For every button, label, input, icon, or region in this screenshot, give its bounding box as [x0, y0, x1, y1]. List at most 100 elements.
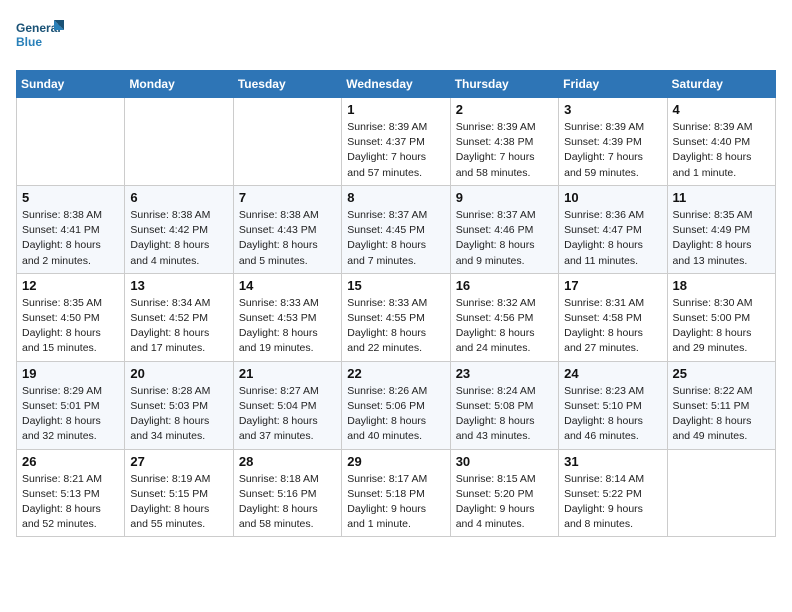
day-info: Sunrise: 8:39 AMSunset: 4:40 PMDaylight:… [673, 120, 770, 181]
day-number: 6 [130, 190, 227, 205]
calendar-cell: 3 Sunrise: 8:39 AMSunset: 4:39 PMDaylight… [559, 98, 667, 186]
weekday-header-tuesday: Tuesday [233, 71, 341, 98]
svg-text:Blue: Blue [16, 35, 42, 49]
day-number: 22 [347, 366, 444, 381]
day-info: Sunrise: 8:37 AMSunset: 4:46 PMDaylight:… [456, 208, 553, 269]
day-info: Sunrise: 8:14 AMSunset: 5:22 PMDaylight:… [564, 472, 661, 533]
day-number: 23 [456, 366, 553, 381]
day-number: 11 [673, 190, 770, 205]
calendar-cell: 27 Sunrise: 8:19 AMSunset: 5:15 PMDayligh… [125, 449, 233, 537]
day-number: 27 [130, 454, 227, 469]
weekday-header-friday: Friday [559, 71, 667, 98]
day-number: 25 [673, 366, 770, 381]
calendar-cell: 8 Sunrise: 8:37 AMSunset: 4:45 PMDaylight… [342, 185, 450, 273]
calendar-cell: 12Sunrise: 8:35 AMSunset: 4:50 PMDayligh… [17, 273, 125, 361]
day-number: 3 [564, 102, 661, 117]
calendar-cell: 1 Sunrise: 8:39 AMSunset: 4:37 PMDaylight… [342, 98, 450, 186]
logo-svg: General Blue [16, 16, 66, 58]
day-info: Sunrise: 8:31 AMSunset: 4:58 PMDaylight:… [564, 296, 661, 357]
day-number: 10 [564, 190, 661, 205]
calendar-cell: 5 Sunrise: 8:38 AMSunset: 4:41 PMDaylight… [17, 185, 125, 273]
calendar-cell: 24Sunrise: 8:23 AMSunset: 5:10 PMDayligh… [559, 361, 667, 449]
calendar-cell: 14 Sunrise: 8:33 AMSunset: 4:53 PMDayligh… [233, 273, 341, 361]
calendar-cell: 11 Sunrise: 8:35 AMSunset: 4:49 PMDayligh… [667, 185, 775, 273]
day-number: 15 [347, 278, 444, 293]
day-number: 28 [239, 454, 336, 469]
calendar-week-5: 26Sunrise: 8:21 AMSunset: 5:13 PMDayligh… [17, 449, 776, 537]
day-number: 19 [22, 366, 119, 381]
calendar-cell: 23 Sunrise: 8:24 AMSunset: 5:08 PMDayligh… [450, 361, 558, 449]
calendar-cell [17, 98, 125, 186]
calendar-header-row: SundayMondayTuesdayWednesdayThursdayFrid… [17, 71, 776, 98]
day-info: Sunrise: 8:38 AMSunset: 4:41 PMDaylight:… [22, 208, 119, 269]
day-number: 2 [456, 102, 553, 117]
day-info: Sunrise: 8:19 AMSunset: 5:15 PMDaylight:… [130, 472, 227, 533]
calendar-cell: 15 Sunrise: 8:33 AMSunset: 4:55 PMDayligh… [342, 273, 450, 361]
day-info: Sunrise: 8:39 AMSunset: 4:38 PMDaylight:… [456, 120, 553, 181]
calendar-cell: 18 Sunrise: 8:30 AMSunset: 5:00 PMDayligh… [667, 273, 775, 361]
day-number: 26 [22, 454, 119, 469]
calendar-cell: 20Sunrise: 8:28 AMSunset: 5:03 PMDayligh… [125, 361, 233, 449]
day-number: 5 [22, 190, 119, 205]
day-number: 16 [456, 278, 553, 293]
day-number: 13 [130, 278, 227, 293]
day-number: 4 [673, 102, 770, 117]
calendar-cell: 21Sunrise: 8:27 AMSunset: 5:04 PMDayligh… [233, 361, 341, 449]
calendar-cell: 29 Sunrise: 8:17 AMSunset: 5:18 PMDayligh… [342, 449, 450, 537]
svg-text:General: General [16, 21, 61, 35]
calendar-cell: 4 Sunrise: 8:39 AMSunset: 4:40 PMDaylight… [667, 98, 775, 186]
page-header: General Blue [16, 16, 776, 58]
day-info: Sunrise: 8:33 AMSunset: 4:53 PMDaylight:… [239, 296, 336, 357]
day-info: Sunrise: 8:15 AMSunset: 5:20 PMDaylight:… [456, 472, 553, 533]
calendar-cell: 26Sunrise: 8:21 AMSunset: 5:13 PMDayligh… [17, 449, 125, 537]
day-info: Sunrise: 8:32 AMSunset: 4:56 PMDaylight:… [456, 296, 553, 357]
calendar-table: SundayMondayTuesdayWednesdayThursdayFrid… [16, 70, 776, 537]
calendar-week-1: 1 Sunrise: 8:39 AMSunset: 4:37 PMDaylight… [17, 98, 776, 186]
weekday-header-thursday: Thursday [450, 71, 558, 98]
day-info: Sunrise: 8:30 AMSunset: 5:00 PMDaylight:… [673, 296, 770, 357]
weekday-header-sunday: Sunday [17, 71, 125, 98]
calendar-week-2: 5 Sunrise: 8:38 AMSunset: 4:41 PMDaylight… [17, 185, 776, 273]
calendar-cell [667, 449, 775, 537]
calendar-cell: 28 Sunrise: 8:18 AMSunset: 5:16 PMDayligh… [233, 449, 341, 537]
logo: General Blue [16, 16, 66, 58]
day-info: Sunrise: 8:38 AMSunset: 4:43 PMDaylight:… [239, 208, 336, 269]
day-info: Sunrise: 8:17 AMSunset: 5:18 PMDaylight:… [347, 472, 444, 533]
day-info: Sunrise: 8:35 AMSunset: 4:49 PMDaylight:… [673, 208, 770, 269]
day-number: 18 [673, 278, 770, 293]
calendar-cell [125, 98, 233, 186]
calendar-week-4: 19Sunrise: 8:29 AMSunset: 5:01 PMDayligh… [17, 361, 776, 449]
calendar-cell: 9 Sunrise: 8:37 AMSunset: 4:46 PMDaylight… [450, 185, 558, 273]
calendar-cell: 19Sunrise: 8:29 AMSunset: 5:01 PMDayligh… [17, 361, 125, 449]
day-info: Sunrise: 8:26 AMSunset: 5:06 PMDaylight:… [347, 384, 444, 445]
day-number: 29 [347, 454, 444, 469]
weekday-header-wednesday: Wednesday [342, 71, 450, 98]
day-info: Sunrise: 8:39 AMSunset: 4:37 PMDaylight:… [347, 120, 444, 181]
day-info: Sunrise: 8:23 AMSunset: 5:10 PMDaylight:… [564, 384, 661, 445]
calendar-cell: 30Sunrise: 8:15 AMSunset: 5:20 PMDayligh… [450, 449, 558, 537]
day-number: 20 [130, 366, 227, 381]
day-info: Sunrise: 8:35 AMSunset: 4:50 PMDaylight:… [22, 296, 119, 357]
day-info: Sunrise: 8:18 AMSunset: 5:16 PMDaylight:… [239, 472, 336, 533]
day-info: Sunrise: 8:39 AMSunset: 4:39 PMDaylight:… [564, 120, 661, 181]
calendar-cell: 2 Sunrise: 8:39 AMSunset: 4:38 PMDaylight… [450, 98, 558, 186]
calendar-cell: 10 Sunrise: 8:36 AMSunset: 4:47 PMDayligh… [559, 185, 667, 273]
calendar-week-3: 12Sunrise: 8:35 AMSunset: 4:50 PMDayligh… [17, 273, 776, 361]
day-number: 8 [347, 190, 444, 205]
day-number: 14 [239, 278, 336, 293]
day-number: 1 [347, 102, 444, 117]
day-number: 7 [239, 190, 336, 205]
day-info: Sunrise: 8:37 AMSunset: 4:45 PMDaylight:… [347, 208, 444, 269]
calendar-cell: 16 Sunrise: 8:32 AMSunset: 4:56 PMDayligh… [450, 273, 558, 361]
day-number: 9 [456, 190, 553, 205]
calendar-cell: 25Sunrise: 8:22 AMSunset: 5:11 PMDayligh… [667, 361, 775, 449]
calendar-cell: 31 Sunrise: 8:14 AMSunset: 5:22 PMDayligh… [559, 449, 667, 537]
day-info: Sunrise: 8:24 AMSunset: 5:08 PMDaylight:… [456, 384, 553, 445]
day-info: Sunrise: 8:33 AMSunset: 4:55 PMDaylight:… [347, 296, 444, 357]
day-info: Sunrise: 8:36 AMSunset: 4:47 PMDaylight:… [564, 208, 661, 269]
calendar-cell: 6 Sunrise: 8:38 AMSunset: 4:42 PMDaylight… [125, 185, 233, 273]
day-info: Sunrise: 8:38 AMSunset: 4:42 PMDaylight:… [130, 208, 227, 269]
calendar-cell [233, 98, 341, 186]
calendar-cell: 22 Sunrise: 8:26 AMSunset: 5:06 PMDayligh… [342, 361, 450, 449]
day-number: 31 [564, 454, 661, 469]
